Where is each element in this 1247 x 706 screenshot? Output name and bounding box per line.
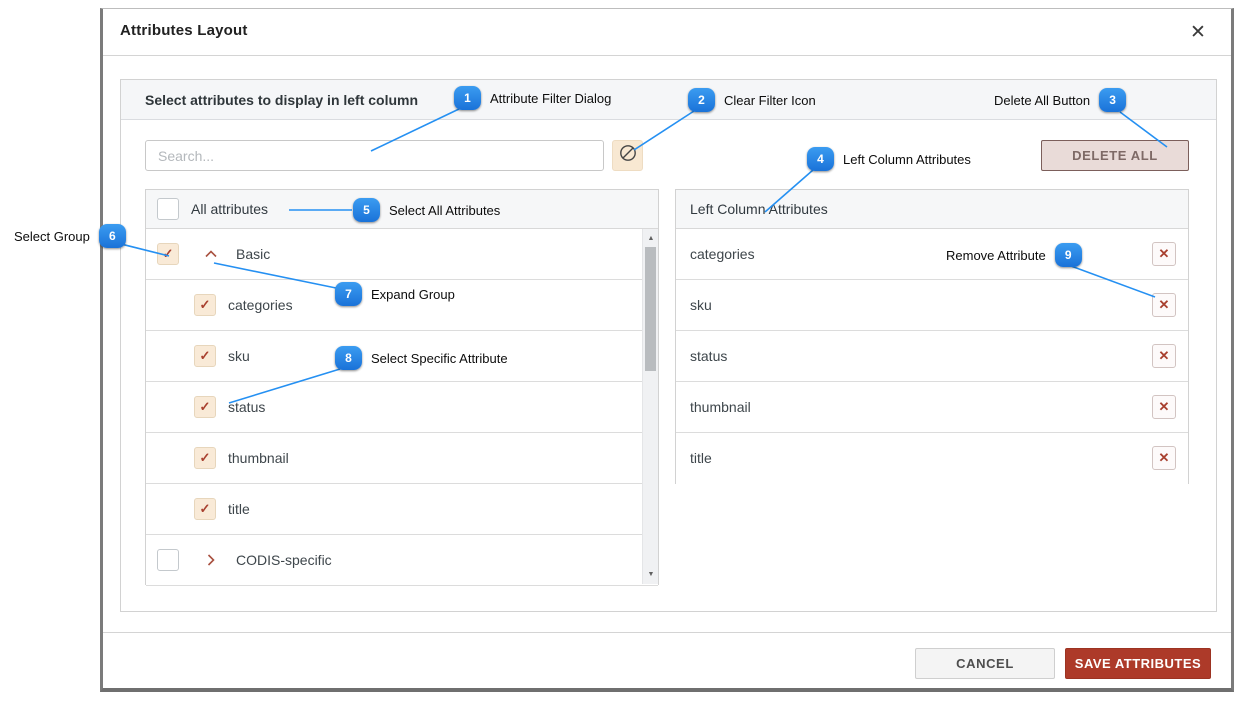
delete-all-button[interactable]: DELETE ALL xyxy=(1041,140,1189,171)
scrollbar-thumb[interactable] xyxy=(645,247,656,371)
attribute-label: thumbnail xyxy=(228,433,289,484)
group-checkbox[interactable]: ✓ xyxy=(157,243,179,265)
close-icon[interactable]: ✕ xyxy=(1185,19,1211,45)
attribute-checkbox[interactable]: ✓ xyxy=(194,396,216,418)
attribute-label: title xyxy=(228,484,250,535)
selected-row-title: title ✕ xyxy=(676,433,1188,484)
left-column-attributes-header: Left Column Attributes xyxy=(676,190,1188,229)
selected-row-categories: categories ✕ xyxy=(676,229,1188,280)
selected-row-status: status ✕ xyxy=(676,331,1188,382)
scrollbar[interactable]: ▲ ▼ xyxy=(642,229,658,584)
tree-row-title[interactable]: ✓ title xyxy=(146,484,658,535)
selected-attribute-label: status xyxy=(690,331,727,382)
dialog-title: Attributes Layout xyxy=(120,22,248,39)
footer-divider xyxy=(103,632,1231,633)
attribute-label: status xyxy=(228,382,265,433)
left-column-attributes-title: Left Column Attributes xyxy=(690,190,828,229)
attribute-checkbox[interactable]: ✓ xyxy=(194,345,216,367)
tree-row-sku[interactable]: ✓ sku xyxy=(146,331,658,382)
selected-attribute-label: title xyxy=(690,433,712,484)
attribute-label: categories xyxy=(228,280,293,331)
clear-filter-button[interactable] xyxy=(612,140,643,171)
callout-6-label: Select Group xyxy=(14,229,90,244)
cancel-button[interactable]: CANCEL xyxy=(915,648,1055,679)
tree-row-codis-specific[interactable]: CODIS-specific xyxy=(146,535,658,586)
remove-attribute-button[interactable]: ✕ xyxy=(1152,242,1176,266)
group-label: CODIS-specific xyxy=(236,535,332,586)
selected-row-thumbnail: thumbnail ✕ xyxy=(676,382,1188,433)
attribute-label: sku xyxy=(228,331,250,382)
circle-slash-icon xyxy=(617,142,639,169)
remove-attribute-button[interactable]: ✕ xyxy=(1152,395,1176,419)
left-column-attributes-list: Left Column Attributes categories ✕ sku … xyxy=(675,189,1189,484)
tree-row-categories[interactable]: ✓ categories xyxy=(146,280,658,331)
search-input[interactable] xyxy=(145,140,604,171)
selected-row-sku: sku ✕ xyxy=(676,280,1188,331)
select-all-label: All attributes xyxy=(191,190,268,229)
select-all-checkbox[interactable] xyxy=(157,198,179,220)
remove-attribute-button[interactable]: ✕ xyxy=(1152,293,1176,317)
chevron-right-icon[interactable] xyxy=(202,551,220,569)
remove-attribute-button[interactable]: ✕ xyxy=(1152,446,1176,470)
selected-attribute-label: sku xyxy=(690,280,712,331)
save-attributes-button[interactable]: SAVE ATTRIBUTES xyxy=(1065,648,1211,679)
attributes-panel: Select attributes to display in left col… xyxy=(120,79,1217,612)
scroll-up-icon[interactable]: ▲ xyxy=(643,231,659,246)
select-all-header: All attributes xyxy=(146,190,658,229)
attribute-tree-list: All attributes ✓ Basic ✓ categories ✓ sk… xyxy=(145,189,659,585)
attribute-checkbox[interactable]: ✓ xyxy=(194,294,216,316)
panel-header: Select attributes to display in left col… xyxy=(121,80,1216,120)
group-checkbox[interactable] xyxy=(157,549,179,571)
selected-attribute-label: thumbnail xyxy=(690,382,751,433)
attributes-layout-dialog: Attributes Layout ✕ Select attributes to… xyxy=(100,8,1234,692)
attribute-checkbox[interactable]: ✓ xyxy=(194,498,216,520)
tree-row-basic[interactable]: ✓ Basic xyxy=(146,229,658,280)
title-divider xyxy=(103,55,1231,56)
attribute-checkbox[interactable]: ✓ xyxy=(194,447,216,469)
scroll-down-icon[interactable]: ▼ xyxy=(643,567,659,582)
page: Attributes Layout ✕ Select attributes to… xyxy=(0,0,1247,706)
selected-attribute-label: categories xyxy=(690,229,755,280)
chevron-up-icon[interactable] xyxy=(202,245,220,263)
remove-attribute-button[interactable]: ✕ xyxy=(1152,344,1176,368)
group-label: Basic xyxy=(236,229,270,280)
tree-row-thumbnail[interactable]: ✓ thumbnail xyxy=(146,433,658,484)
tree-row-status[interactable]: ✓ status xyxy=(146,382,658,433)
